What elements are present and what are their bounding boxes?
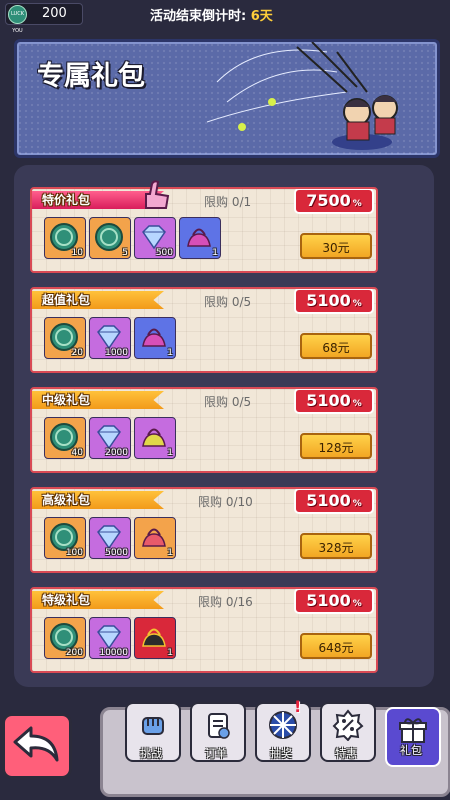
banner-title: 专属礼包 (37, 61, 145, 92)
tab-lottery-label: 抽奖 (270, 747, 292, 760)
buy-button[interactable]: 30元 (300, 233, 372, 259)
clipboard-icon (208, 713, 230, 739)
pack-name: 中级礼包 (32, 391, 164, 409)
bag-item: 1 (179, 217, 221, 259)
luck-coin-item: 5 (89, 217, 131, 259)
bag-item: 1 (134, 417, 176, 459)
discount-icon (332, 709, 364, 741)
bag-icon (142, 528, 166, 547)
pack-name: 高级礼包 (32, 491, 164, 509)
coin-counter: LUCK YOU 200 (5, 3, 83, 34)
back-button[interactable] (2, 713, 72, 779)
discount-badge: 5100% (294, 489, 374, 514)
purchase-limit: 限购 0/1 (204, 195, 252, 209)
bag-item: 1 (134, 617, 176, 659)
pack-card-3: 中级礼包 限购 0/5 5100% 40 2000 1 128元 (30, 387, 378, 473)
tab-deals-label: 特惠 (335, 747, 357, 760)
pack-card-5: 特级礼包 限购 0/16 5100% 200 10000 1 648元 (30, 587, 378, 673)
purchase-limit: 限购 0/5 (204, 395, 252, 409)
gem-item: 2000 (89, 417, 131, 459)
discount-badge: 5100% (294, 589, 374, 614)
buy-button[interactable]: 128元 (300, 433, 372, 459)
tab-gift-pack[interactable] (385, 707, 441, 767)
top-bar: LUCK YOU 200 活动结束倒计时: 6天 (0, 0, 450, 34)
purchase-limit: 限购 0/16 (198, 595, 253, 609)
tab-challenge-label: 挑战 (140, 747, 162, 760)
pack-card-1: 特价礼包 限购 0/1 7500% 10 5 500 1 30元 (30, 187, 378, 273)
discount-badge: 7500% (294, 189, 374, 214)
luck-coin-icon: LUCK YOU (8, 5, 27, 34)
bag-icon (142, 428, 166, 447)
gem-item: 5000 (89, 517, 131, 559)
alert-badge: ! (294, 697, 302, 716)
countdown-value: 6天 (250, 9, 273, 24)
gem-item: 1000 (89, 317, 131, 359)
tab-orders-label: 订单 (205, 747, 227, 760)
luck-coin-item: 200 (44, 617, 86, 659)
back-arrow-icon (13, 726, 59, 762)
pointing-hand-icon (145, 180, 170, 209)
luck-coin-icon (95, 223, 123, 251)
luck-coin-item: 100 (44, 517, 86, 559)
exclusive-pack-banner: 专属礼包 (14, 39, 440, 158)
bag-item: 1 (134, 517, 176, 559)
bag-item: 1 (134, 317, 176, 359)
bag-icon (142, 628, 166, 647)
buy-button[interactable]: 328元 (300, 533, 372, 559)
fist-icon (142, 717, 164, 735)
buy-button[interactable]: 648元 (300, 633, 372, 659)
luck-coin-item: 40 (44, 417, 86, 459)
event-countdown: 活动结束倒计时: 6天 (150, 5, 273, 24)
buy-button[interactable]: 68元 (300, 333, 372, 359)
purchase-limit: 限购 0/5 (204, 295, 252, 309)
bag-icon (142, 328, 166, 347)
pack-card-2: 超值礼包 限购 0/5 5100% 20 1000 1 68元 (30, 287, 378, 373)
luck-coin-item: 10 (44, 217, 86, 259)
tab-gift-pack-label: 礼包 (400, 744, 422, 757)
discount-badge: 5100% (294, 389, 374, 414)
purchase-limit: 限购 0/10 (198, 495, 253, 509)
luck-coin-item: 20 (44, 317, 86, 359)
bag-icon (187, 228, 211, 247)
pack-name: 超值礼包 (32, 291, 164, 309)
discount-badge: 5100% (294, 289, 374, 314)
coin-count: 200 (42, 6, 67, 21)
fishing-characters-illustration (206, 42, 398, 150)
pack-card-4: 高级礼包 限购 0/10 5100% 100 5000 1 328元 (30, 487, 378, 573)
countdown-label: 活动结束倒计时: (150, 9, 247, 24)
gem-item: 500 (134, 217, 176, 259)
gem-item: 10000 (89, 617, 131, 659)
pack-name: 特级礼包 (32, 591, 164, 609)
